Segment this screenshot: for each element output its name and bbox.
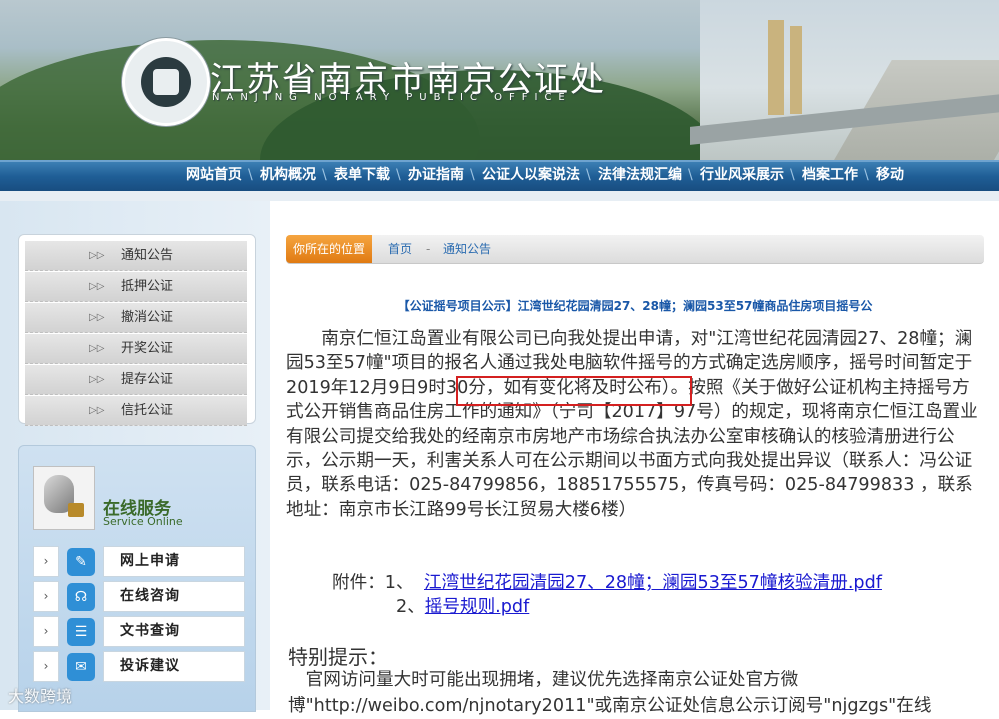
attachments: 附件：1、 江湾世纪花园清园27、28幢；澜园53至57幢核验清册.pdf 2、摇… [332,571,882,619]
header-banner: 江苏省南京市南京公证处 NANJING NOTARY PUBLIC OFFICE [0,0,999,160]
double-arrow-icon: ▷▷ [89,405,105,416]
location-tag: 你所在的位置 [286,235,372,263]
attachment-index: 1、 [384,573,414,593]
attachment-link[interactable]: 摇号规则.pdf [425,597,530,617]
double-arrow-icon: ▷▷ [89,250,105,261]
chevron-right-icon[interactable]: › [33,616,59,647]
nav-item-laws[interactable]: 法律法规汇编 [586,162,690,191]
chat-icon: ✉ [67,653,95,681]
notice-body: 官网访问量大时可能出现拥堵，建议优先选择南京公证处官方微博"http://wei… [288,670,932,716]
category-label: 抵押公证 [121,279,174,294]
service-item-complaint[interactable]: › ✉ 投诉建议 [33,651,245,682]
attachments-label: 附件：1、 [332,573,414,593]
online-service-panel: 在线服务 Service Online › ✎ 网上申请 › ☊ 在线咨询 › … [18,445,256,712]
article-body: 南京仁恒江岛置业有限公司已向我处提出申请，对"江湾世纪花园清园27、28幢；澜园… [286,329,978,520]
double-arrow-icon: ▷▷ [89,312,105,323]
sidebar: ▷▷ 通知公告 ▷▷ 抵押公证 ▷▷ 撤消公证 ▷▷ 开奖公证 ▷▷ 提存公证 ▷▷ 信托公… [0,201,270,712]
category-label: 撤消公证 [121,310,174,325]
site-subtitle: NANJING NOTARY PUBLIC OFFICE [212,92,572,103]
nav-item-industry[interactable]: 行业风采展示 [688,162,792,191]
service-label[interactable]: 投诉建议 [103,651,245,682]
bridge-tower [768,20,784,115]
category-item[interactable]: ▷▷ 信托公证 [25,396,247,426]
nav-item-cases[interactable]: 公证人以案说法 [470,162,588,191]
attachment-link[interactable]: 江湾世纪花园清园27、28幢；澜园53至57幢核验清册.pdf [424,573,882,593]
breadcrumb-home-link[interactable]: 首页 [388,235,412,263]
service-label[interactable]: 在线咨询 [103,581,245,612]
category-label: 提存公证 [121,372,174,387]
category-item[interactable]: ▷▷ 抵押公证 [25,272,247,302]
seal-logo [122,38,210,126]
edit-icon: ✎ [67,548,95,576]
service-item-query[interactable]: › ☰ 文书查询 [33,616,245,647]
nav-item-archives[interactable]: 档案工作 [790,162,866,191]
nav-item-guide[interactable]: 办证指南 [396,162,472,191]
notice-title: 特别提示： [288,645,388,669]
nav-item-home[interactable]: 网站首页 [176,162,250,191]
category-item[interactable]: ▷▷ 通知公告 [25,241,247,271]
service-title-en: Service Online [103,515,183,528]
double-arrow-icon: ▷▷ [89,374,105,385]
category-item[interactable]: ▷▷ 提存公证 [25,365,247,395]
headset-icon: ☊ [67,583,95,611]
service-item-consult[interactable]: › ☊ 在线咨询 [33,581,245,612]
breadcrumb: 你所在的位置 首页 - 通知公告 [286,235,984,264]
category-menu: ▷▷ 通知公告 ▷▷ 抵押公证 ▷▷ 撤消公证 ▷▷ 开奖公证 ▷▷ 提存公证 ▷▷ 信托公… [18,234,256,426]
category-label: 开奖公证 [121,341,174,356]
service-label[interactable]: 网上申请 [103,546,245,577]
double-arrow-icon: ▷▷ [89,281,105,292]
category-item[interactable]: ▷▷ 撤消公证 [25,303,247,333]
service-item-apply[interactable]: › ✎ 网上申请 [33,546,245,577]
attachment-index: 2、 [396,597,425,617]
nav-item-about[interactable]: 机构概况 [248,162,324,191]
chevron-right-icon[interactable]: › [33,581,59,612]
main-content: 你所在的位置 首页 - 通知公告 【公证摇号项目公示】江湾世纪花园清园27、28… [270,201,999,716]
highlight-box [456,376,692,406]
chevron-right-icon[interactable]: › [33,546,59,577]
chevron-right-icon[interactable]: › [33,651,59,682]
breadcrumb-current-link[interactable]: 通知公告 [443,235,491,263]
main-nav: 网站首页 机构概况 表单下载 办证指南 公证人以案说法 法律法规汇编 行业风采展… [0,160,999,191]
nav-shadow-strip [0,191,999,201]
nav-item-mobile[interactable]: 移动 [864,162,912,191]
document-icon: ☰ [67,618,95,646]
watermark: 大数跨境 [8,687,73,706]
article-title: 【公证摇号项目公示】江湾世纪花园清园27、28幢；澜园53至57幢商品住房项目摇… [397,299,873,313]
mouse-lock-image [33,466,95,530]
category-label: 信托公证 [121,403,174,418]
category-item[interactable]: ▷▷ 开奖公证 [25,334,247,364]
bridge-tower [790,26,802,114]
service-label[interactable]: 文书查询 [103,616,245,647]
double-arrow-icon: ▷▷ [89,343,105,354]
nav-item-forms[interactable]: 表单下载 [322,162,398,191]
category-label: 通知公告 [121,248,174,263]
breadcrumb-separator: - [426,242,431,256]
